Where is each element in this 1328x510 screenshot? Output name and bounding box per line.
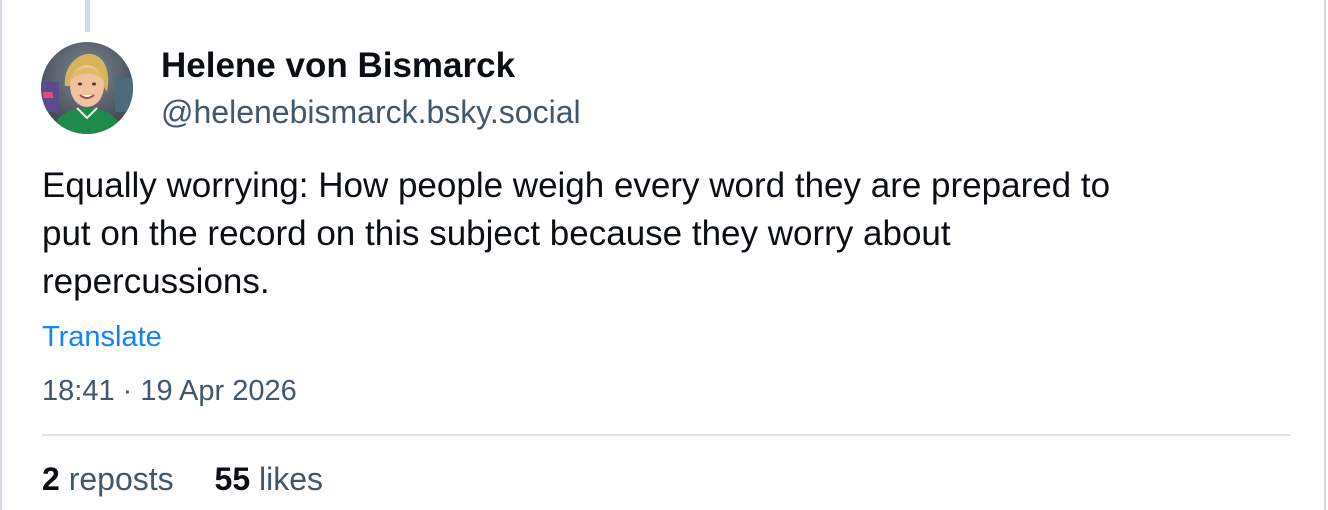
post-text-line: put on the record on this subject becaus… (42, 214, 951, 253)
likes-label: likes (259, 461, 324, 497)
divider (42, 434, 1291, 436)
author-display-name[interactable]: Helene von Bismarck (161, 44, 515, 88)
reposts-label: reposts (68, 461, 174, 497)
avatar[interactable] (41, 42, 133, 134)
thread-connector-line (85, 0, 90, 32)
avatar-photo-icon (41, 42, 133, 134)
post-body-text: Equally worrying: How people weigh every… (42, 162, 1292, 306)
reposts-stat[interactable]: 2 reposts (42, 458, 174, 500)
likes-count: 55 (214, 461, 251, 497)
post-timestamp[interactable]: 18:41 · 19 Apr 2026 (42, 372, 297, 410)
post-text-line: Equally worrying: How people weigh every… (42, 166, 1111, 205)
post-thread-item: Helene von Bismarck @helenebismarck.bsky… (0, 0, 1326, 510)
likes-stat[interactable]: 55 likes (215, 458, 324, 500)
author-handle[interactable]: @helenebismarck.bsky.social (161, 92, 581, 132)
post-stats: 2 reposts 55 likes (42, 458, 355, 500)
translate-link[interactable]: Translate (42, 318, 162, 356)
post-text-line: repercussions. (42, 262, 270, 301)
reposts-count: 2 (42, 461, 60, 497)
